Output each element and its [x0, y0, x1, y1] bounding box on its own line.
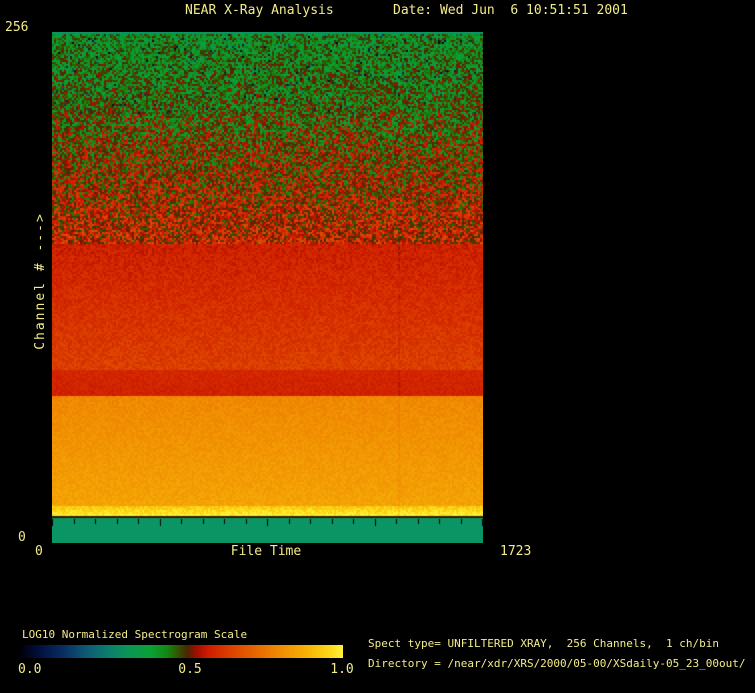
- x-axis-max-tick-label: 1723: [500, 544, 532, 559]
- spect-type-info: Spect type= UNFILTERED XRAY, 256 Channel…: [368, 637, 719, 650]
- app-title: NEAR X-Ray Analysis: [185, 3, 334, 18]
- directory-path: Directory = /near/xdr/XRS/2000/05-00/XSd…: [368, 657, 746, 670]
- colorbar-tick-mid: 0.5: [178, 662, 202, 677]
- date-label: Date: Wed Jun 6 10:51:51 2001: [393, 3, 628, 18]
- x-axis-title: File Time: [230, 544, 302, 559]
- y-axis-max-tick-label: 256: [5, 20, 29, 35]
- colorbar-tick-min: 0.0: [18, 662, 42, 677]
- spectrogram-heatmap: [52, 32, 483, 543]
- near-xray-analysis-window: { "header": { "title": "NEAR X-Ray Analy…: [0, 0, 755, 693]
- colorbar-title: LOG10 Normalized Spectrogram Scale: [22, 628, 248, 641]
- y-axis-title: Channel # --->: [33, 212, 48, 350]
- y-axis-min-tick-label: 0: [18, 530, 26, 545]
- colorbar-gradient: [22, 645, 343, 658]
- colorbar-tick-max: 1.0: [330, 662, 354, 677]
- x-axis-min-tick-label: 0: [35, 544, 43, 559]
